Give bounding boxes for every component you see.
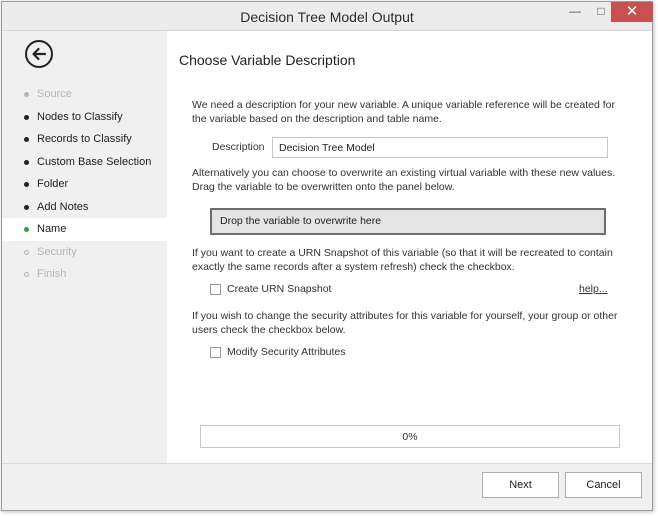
description-label: Description (212, 141, 265, 153)
intro-text: We need a description for your new varia… (192, 99, 615, 125)
step-label: Source (37, 88, 72, 100)
step-custom-base-selection[interactable]: Custom Base Selection (2, 151, 167, 174)
urn-instructions: If you want to create a URN Snapshot of … (192, 247, 613, 273)
title-bar: Decision Tree Model Output — □ ✕ (2, 2, 653, 31)
step-label: Custom Base Selection (37, 155, 152, 168)
step-name[interactable]: Name (2, 218, 167, 241)
step-label: Nodes to Classify (37, 110, 123, 123)
page-title: Choose Variable Description (179, 52, 356, 68)
cancel-button[interactable]: Cancel (565, 472, 642, 498)
dialog-footer: Next Cancel (2, 463, 652, 510)
modify-security-label: Modify Security Attributes (227, 346, 346, 358)
step-nodes-to-classify[interactable]: Nodes to Classify (2, 106, 167, 129)
urn-snapshot-option[interactable]: Create URN Snapshot (210, 283, 331, 297)
step-finish: Finish (2, 263, 167, 286)
step-dot-icon (24, 159, 29, 165)
step-label: Name (37, 223, 67, 235)
step-dot-icon (24, 182, 29, 187)
close-icon[interactable]: ✕ (611, 2, 653, 22)
description-input[interactable] (272, 137, 608, 158)
minimize-icon[interactable]: — (562, 2, 588, 22)
progress-bar: 0% (200, 425, 620, 448)
step-dot-icon (24, 137, 29, 142)
wizard-steps: Source Nodes to Classify Records to Clas… (2, 83, 167, 286)
overwrite-instructions: Alternatively you can choose to overwrit… (192, 167, 616, 193)
modify-security-checkbox[interactable] (210, 347, 221, 358)
step-label: Folder (37, 178, 69, 190)
back-arrow-icon[interactable] (25, 40, 53, 68)
security-instructions: If you wish to change the security attri… (192, 310, 618, 336)
next-button[interactable]: Next (482, 472, 559, 498)
step-dot-icon (24, 114, 29, 120)
security-option[interactable]: Modify Security Attributes (210, 346, 345, 360)
progress-text: 0% (402, 431, 418, 443)
step-records-to-classify[interactable]: Records to Classify (2, 128, 167, 151)
step-dot-icon (24, 227, 29, 232)
step-folder[interactable]: Folder (2, 173, 167, 196)
step-add-notes[interactable]: Add Notes (2, 196, 167, 219)
step-dot-icon (24, 92, 29, 97)
urn-snapshot-label: Create URN Snapshot (227, 283, 332, 295)
step-label: Add Notes (37, 200, 89, 213)
main-panel: Choose Variable Description We need a de… (167, 31, 652, 463)
step-label: Security (37, 245, 77, 258)
step-source: Source (2, 83, 167, 106)
urn-snapshot-checkbox[interactable] (210, 284, 221, 295)
step-dot-icon (24, 249, 29, 255)
overwrite-drop-zone[interactable]: Drop the variable to overwrite here (210, 208, 606, 235)
step-security: Security (2, 241, 167, 264)
window-title: Decision Tree Model Output (240, 9, 414, 25)
step-label: Finish (37, 268, 67, 280)
help-link[interactable]: help... (579, 283, 608, 295)
step-dot-icon (24, 204, 29, 210)
dialog-window: Decision Tree Model Output — □ ✕ Source … (1, 1, 653, 511)
step-dot-icon (24, 272, 29, 277)
wizard-sidebar: Source Nodes to Classify Records to Clas… (2, 31, 167, 463)
step-label: Records to Classify (37, 133, 132, 145)
